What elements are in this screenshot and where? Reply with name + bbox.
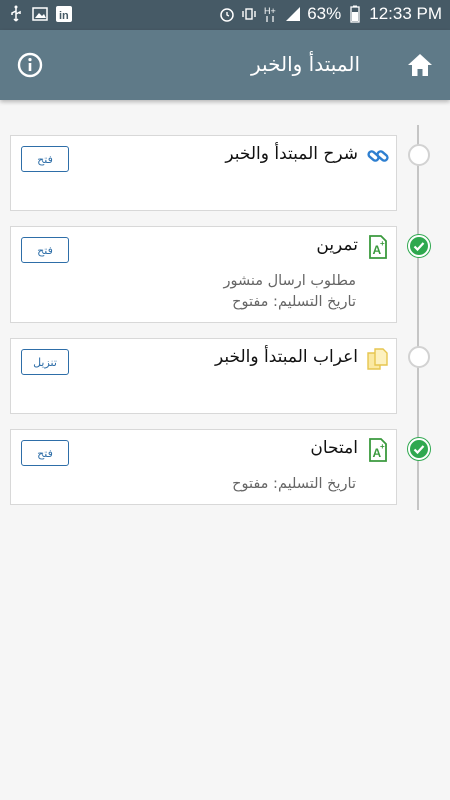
due-date: تاريخ التسليم: مفتوح: [232, 294, 356, 310]
link-icon: [366, 144, 390, 168]
activity-info: مطلوب ارسال منشور: [223, 273, 356, 289]
app-bar: المبتدأ والخبر: [0, 30, 450, 100]
activity-card[interactable]: A + تمرين مطلوب ارسال منشور تاريخ التسلي…: [10, 226, 397, 323]
download-button[interactable]: تنزيل: [21, 349, 69, 375]
due-date: تاريخ التسليم: مفتوح: [232, 476, 356, 492]
page-title: المبتدأ والخبر: [251, 52, 360, 76]
usb-icon: [8, 5, 24, 23]
status-node-complete: [408, 438, 430, 460]
open-button[interactable]: فتح: [21, 440, 69, 466]
vibrate-icon: [241, 5, 257, 23]
signal-icon: [285, 5, 301, 23]
svg-text:+: +: [380, 239, 385, 248]
image-icon: [32, 5, 48, 23]
activity-title[interactable]: اعراب المبتدأ والخبر: [215, 347, 358, 367]
status-node-incomplete: [408, 346, 430, 368]
open-button[interactable]: فتح: [21, 237, 69, 263]
hplus-icon: H+: [263, 5, 279, 23]
activity-card[interactable]: شرح المبتدأ والخبر فتح: [10, 135, 397, 211]
activity-title[interactable]: شرح المبتدأ والخبر: [225, 144, 358, 164]
status-node-incomplete: [408, 144, 430, 166]
files-icon: [366, 347, 390, 371]
battery-percent: 63%: [307, 4, 342, 23]
activity-card[interactable]: اعراب المبتدأ والخبر تنزيل: [10, 338, 397, 414]
status-node-complete: [408, 235, 430, 257]
home-icon[interactable]: [406, 51, 434, 79]
open-button[interactable]: فتح: [21, 146, 69, 172]
info-icon[interactable]: [16, 51, 44, 79]
svg-text:+: +: [380, 442, 385, 451]
alarm-icon: [219, 5, 235, 23]
linkedin-icon: in: [56, 5, 72, 23]
clock: 12:33 PM: [369, 4, 442, 23]
activity-card[interactable]: A + امتحان تاريخ التسليم: مفتوح فتح: [10, 429, 397, 505]
activity-title[interactable]: تمرين: [316, 235, 358, 255]
battery-icon: [347, 5, 363, 23]
svg-text:in: in: [59, 10, 69, 22]
svg-text:H+: H+: [264, 6, 276, 16]
activity-title[interactable]: امتحان: [310, 438, 358, 458]
assignment-icon: A +: [366, 438, 390, 462]
status-bar: in H+ 63% 12:33 PM: [0, 0, 450, 30]
assignment-icon: A +: [366, 235, 390, 259]
